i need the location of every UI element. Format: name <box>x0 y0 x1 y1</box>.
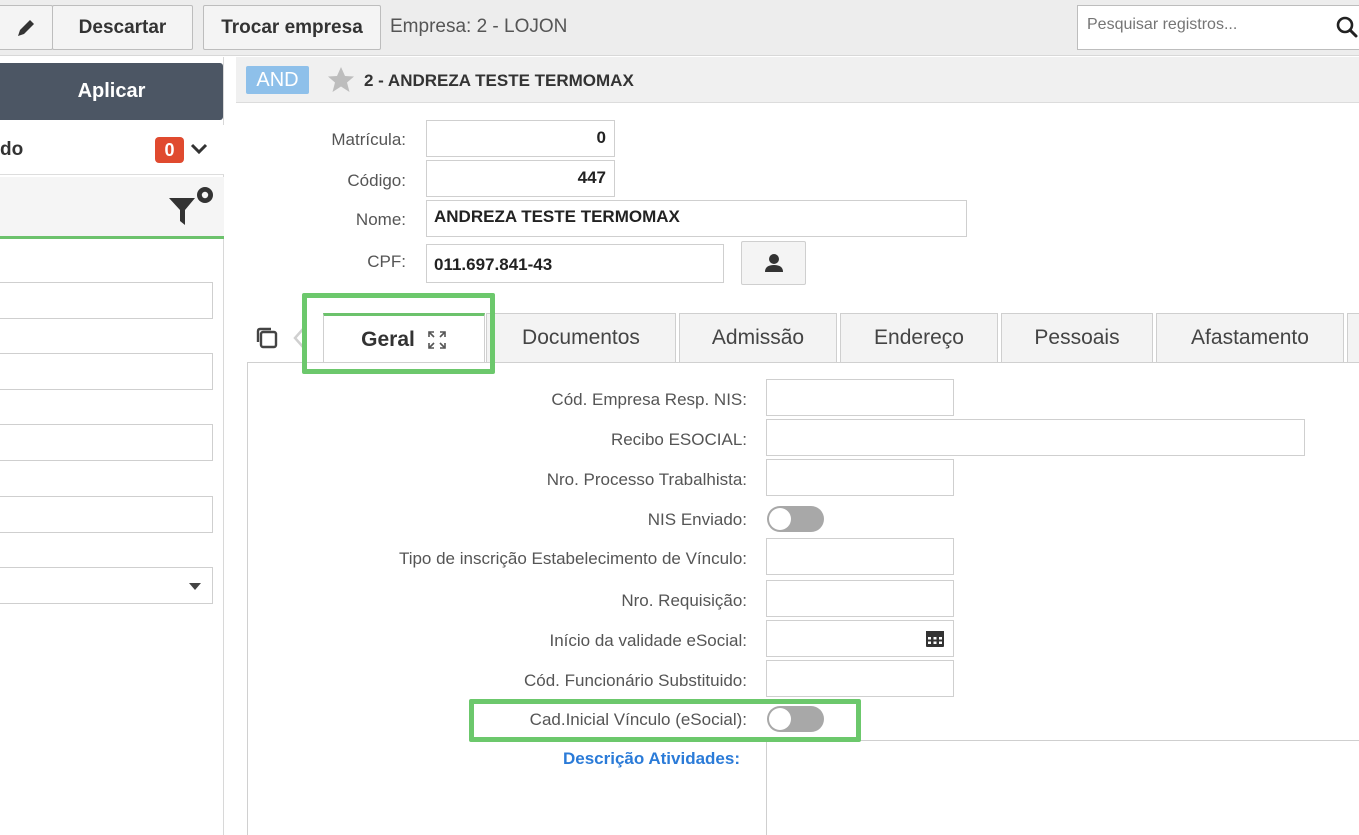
codigo-label: Código: <box>347 171 406 190</box>
person-lookup-button[interactable] <box>741 241 806 285</box>
tab-afastamento[interactable]: Afastamento <box>1156 313 1344 362</box>
recibo-field[interactable] <box>766 419 1305 456</box>
tab-geral[interactable]: Geral <box>323 313 485 363</box>
copy-icon[interactable] <box>254 325 280 351</box>
filter-settings-icon[interactable] <box>167 185 219 231</box>
filter-input-4[interactable] <box>0 496 213 533</box>
filter-toolbar <box>0 177 224 239</box>
chevron-down-icon[interactable] <box>188 138 210 160</box>
filter-select[interactable] <box>0 567 213 604</box>
expand-icon[interactable] <box>427 330 447 350</box>
nis-enviado-label: NIS Enviado: <box>647 510 747 529</box>
search-icon[interactable] <box>1335 15 1359 39</box>
requisicao-label: Nro. Requisição: <box>621 591 747 610</box>
filter-input-1[interactable] <box>0 282 213 319</box>
toolbar: Descartar Trocar empresa Empresa: 2 - LO… <box>0 0 1359 56</box>
tab-documentos[interactable]: Documentos <box>486 313 676 362</box>
filter-input-2[interactable] <box>0 353 213 390</box>
descartar-button[interactable]: Descartar <box>52 5 193 50</box>
search-box[interactable] <box>1077 5 1359 50</box>
descricao-field[interactable] <box>766 740 1359 835</box>
cod-empresa-field[interactable] <box>766 379 954 416</box>
caret-down-icon <box>189 583 201 590</box>
cpf-field[interactable]: 011.697.841-43 <box>426 244 724 283</box>
calendar-icon[interactable] <box>925 628 945 648</box>
aplicar-button[interactable]: Aplicar <box>0 63 223 120</box>
matricula-field[interactable]: 0 <box>426 120 615 157</box>
recibo-label: Recibo ESOCIAL: <box>610 430 747 449</box>
filter-count-badge: 0 <box>155 137 184 163</box>
nis-enviado-toggle[interactable] <box>767 506 824 532</box>
filter-group-label: do <box>0 139 24 160</box>
requisicao-field[interactable] <box>766 580 954 617</box>
cod-empresa-label: Cód. Empresa Resp. NIS: <box>551 390 747 409</box>
descricao-label: Descrição Atividades: <box>563 749 740 768</box>
search-input[interactable] <box>1087 16 1317 34</box>
record-title: 2 - ANDREZA TESTE TERMOMAX <box>364 71 634 90</box>
record-tag: AND <box>246 66 309 94</box>
filter-panel: Aplicar do 0 <box>0 57 224 835</box>
tab-admissao[interactable]: Admissão <box>679 313 837 362</box>
tab-geral-label: Geral <box>361 327 415 351</box>
tab-overflow[interactable] <box>1347 313 1359 362</box>
processo-field[interactable] <box>766 459 954 496</box>
chevron-left-icon[interactable] <box>293 327 305 349</box>
cpf-label: CPF: <box>367 252 406 271</box>
nome-field[interactable]: ANDREZA TESTE TERMOMAX <box>426 200 967 237</box>
trocar-empresa-button[interactable]: Trocar empresa <box>203 5 381 50</box>
matricula-label: Matrícula: <box>331 130 406 149</box>
processo-label: Nro. Processo Trabalhista: <box>546 470 747 489</box>
codigo-field[interactable]: 447 <box>426 160 615 197</box>
cod-funcionario-field[interactable] <box>766 660 954 697</box>
record-header: AND 2 - ANDREZA TESTE TERMOMAX <box>236 57 1359 103</box>
cod-funcionario-label: Cód. Funcionário Substituido: <box>523 671 747 690</box>
user-icon <box>765 254 783 272</box>
edit-button[interactable] <box>0 5 53 50</box>
tipo-inscricao-label: Tipo de inscrição Estabelecimento de Vín… <box>398 549 747 568</box>
cad-inicial-label: Cad.Inicial Vínculo (eSocial): <box>529 710 747 729</box>
filter-group-header[interactable]: do 0 <box>0 125 224 175</box>
tab-endereco[interactable]: Endereço <box>840 313 998 362</box>
empresa-label: Empresa: 2 - LOJON <box>390 16 568 37</box>
star-icon[interactable] <box>326 65 356 95</box>
pencil-icon <box>17 19 34 36</box>
inicio-validade-label: Início da validade eSocial: <box>549 631 747 650</box>
nome-label: Nome: <box>355 210 406 229</box>
filter-input-3[interactable] <box>0 424 213 461</box>
tab-pessoais[interactable]: Pessoais <box>1001 313 1153 362</box>
tipo-inscricao-field[interactable] <box>766 538 954 575</box>
cad-inicial-toggle[interactable] <box>767 706 824 732</box>
